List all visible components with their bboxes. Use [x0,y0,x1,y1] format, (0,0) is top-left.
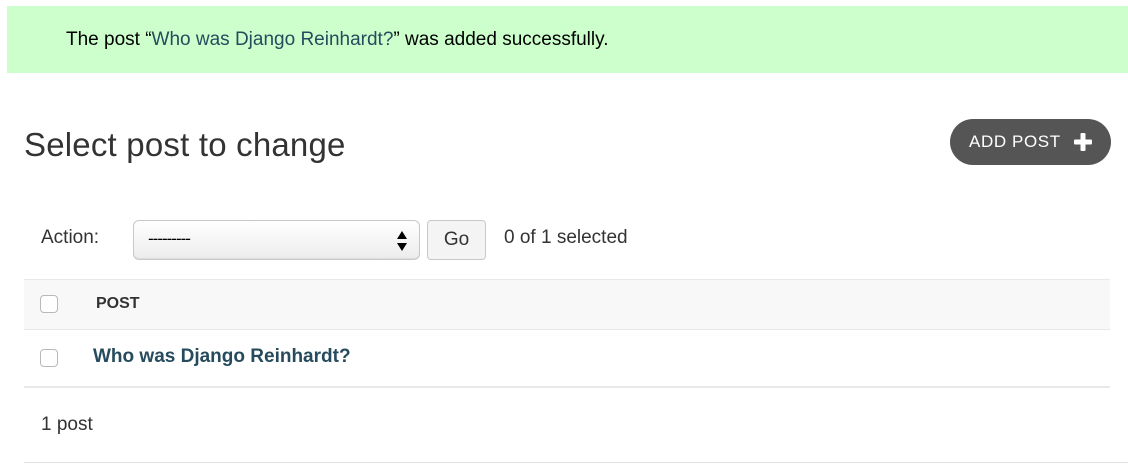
plus-icon [1073,133,1092,151]
action-counter: 0 of 1 selected [504,227,628,248]
select-all-checkbox[interactable] [40,295,58,313]
message-suffix: ” was added successfully. [393,28,609,50]
result-count: 1 post [41,414,93,435]
message-prefix: The post “ [66,28,152,50]
action-select-value: --------- [148,229,191,248]
page-title: Select post to change [24,126,346,163]
select-arrows-icon [397,231,407,251]
column-header-post[interactable]: POST [96,295,140,313]
table-row: Who was Django Reinhardt? [24,330,1110,388]
add-post-label: ADD POST [969,132,1061,151]
action-label: Action: [41,227,100,248]
message-post-link[interactable]: Who was Django Reinhardt? [152,29,394,51]
table-header-row: POST [24,279,1110,330]
paginator: 1 post [24,389,1128,463]
go-button[interactable]: Go [427,220,486,260]
results-table: POST Who was Django Reinhardt? [24,279,1110,388]
post-title-link[interactable]: Who was Django Reinhardt? [93,346,351,368]
add-post-button[interactable]: ADD POST [950,119,1111,165]
actions-bar: Action: --------- Go 0 of 1 selected [24,218,1110,262]
success-message: The post “Who was Django Reinhardt?” was… [7,6,1128,73]
row-checkbox[interactable] [40,349,58,367]
action-select[interactable]: --------- [133,220,420,260]
